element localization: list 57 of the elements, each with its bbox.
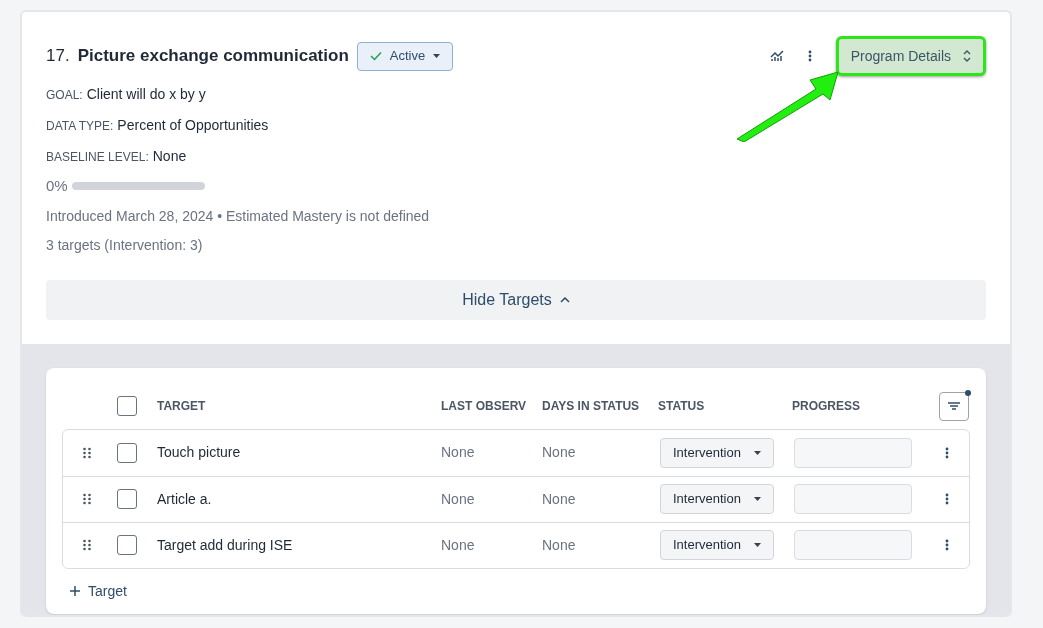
- filter-icon: [948, 402, 960, 410]
- checkbox[interactable]: [117, 489, 137, 509]
- caret-icon: [754, 543, 761, 547]
- program-number: 17.: [46, 45, 70, 68]
- target-name: Article a.: [157, 489, 213, 509]
- field-label: DATA TYPE:: [46, 118, 114, 135]
- checkbox[interactable]: [117, 396, 137, 416]
- column-header: DAYS IN STATUS: [542, 398, 641, 415]
- column-header: STATUS: [658, 398, 706, 415]
- drag-handle-icon[interactable]: [83, 493, 91, 505]
- drag-handle-icon[interactable]: [83, 539, 91, 551]
- days-in-status: None: [542, 489, 577, 509]
- field-label: GOAL:: [46, 87, 83, 104]
- days-in-status: None: [542, 443, 577, 462]
- sort-icon: [963, 50, 971, 62]
- more-icon[interactable]: [945, 539, 949, 551]
- add-target-button[interactable]: Target: [70, 580, 127, 602]
- progress-input[interactable]: [794, 437, 912, 468]
- progress-input[interactable]: [794, 484, 912, 514]
- target-name: Target add during ISE: [157, 535, 294, 555]
- last-observation: None: [441, 535, 476, 555]
- chart-icon[interactable]: [769, 50, 784, 62]
- target-name: Touch picture: [157, 443, 242, 462]
- status-dropdown[interactable]: Intervention: [660, 530, 774, 560]
- caret-icon: [754, 450, 761, 455]
- field-label: BASELINE LEVEL:: [46, 149, 149, 166]
- status-dropdown[interactable]: Intervention: [660, 484, 774, 514]
- field-value: Percent of Opportunities: [117, 116, 269, 135]
- caret-icon: [754, 497, 761, 501]
- field-value: None: [152, 147, 187, 166]
- targets-summary: 3 targets (Intervention: 3): [46, 235, 204, 255]
- hide-targets-button[interactable]: Hide Targets: [46, 279, 986, 320]
- drag-handle-icon[interactable]: [83, 446, 91, 459]
- column-header: TARGET: [157, 398, 207, 415]
- column-header: PROGRESS: [792, 398, 861, 415]
- days-in-status: None: [542, 535, 577, 555]
- progress-input[interactable]: [794, 530, 912, 560]
- plus-icon: [70, 586, 80, 596]
- status-dropdown[interactable]: Active: [356, 41, 454, 71]
- last-observation: None: [441, 489, 476, 509]
- program-title: Picture exchange communication: [77, 45, 349, 68]
- checkbox[interactable]: [117, 535, 137, 555]
- status-dropdown[interactable]: Intervention: [660, 437, 774, 468]
- more-icon[interactable]: [807, 50, 812, 62]
- checkbox[interactable]: [117, 442, 137, 463]
- progress-reading: 0%: [46, 176, 68, 196]
- chevron-up-icon: [559, 296, 570, 303]
- column-header: LAST OBSERV: [441, 398, 528, 415]
- check-icon: [369, 51, 382, 61]
- more-icon[interactable]: [945, 493, 949, 505]
- program-details-button[interactable]: Program Details: [835, 36, 986, 76]
- more-icon[interactable]: [945, 446, 949, 459]
- field-value: Client will do x by y: [86, 85, 206, 104]
- filter-button[interactable]: [939, 391, 969, 421]
- last-observation: None: [441, 443, 476, 462]
- caret-icon: [433, 54, 441, 58]
- introduced-text: Introduced March 28, 2024 • Estimated Mastery is not defined: [46, 206, 431, 226]
